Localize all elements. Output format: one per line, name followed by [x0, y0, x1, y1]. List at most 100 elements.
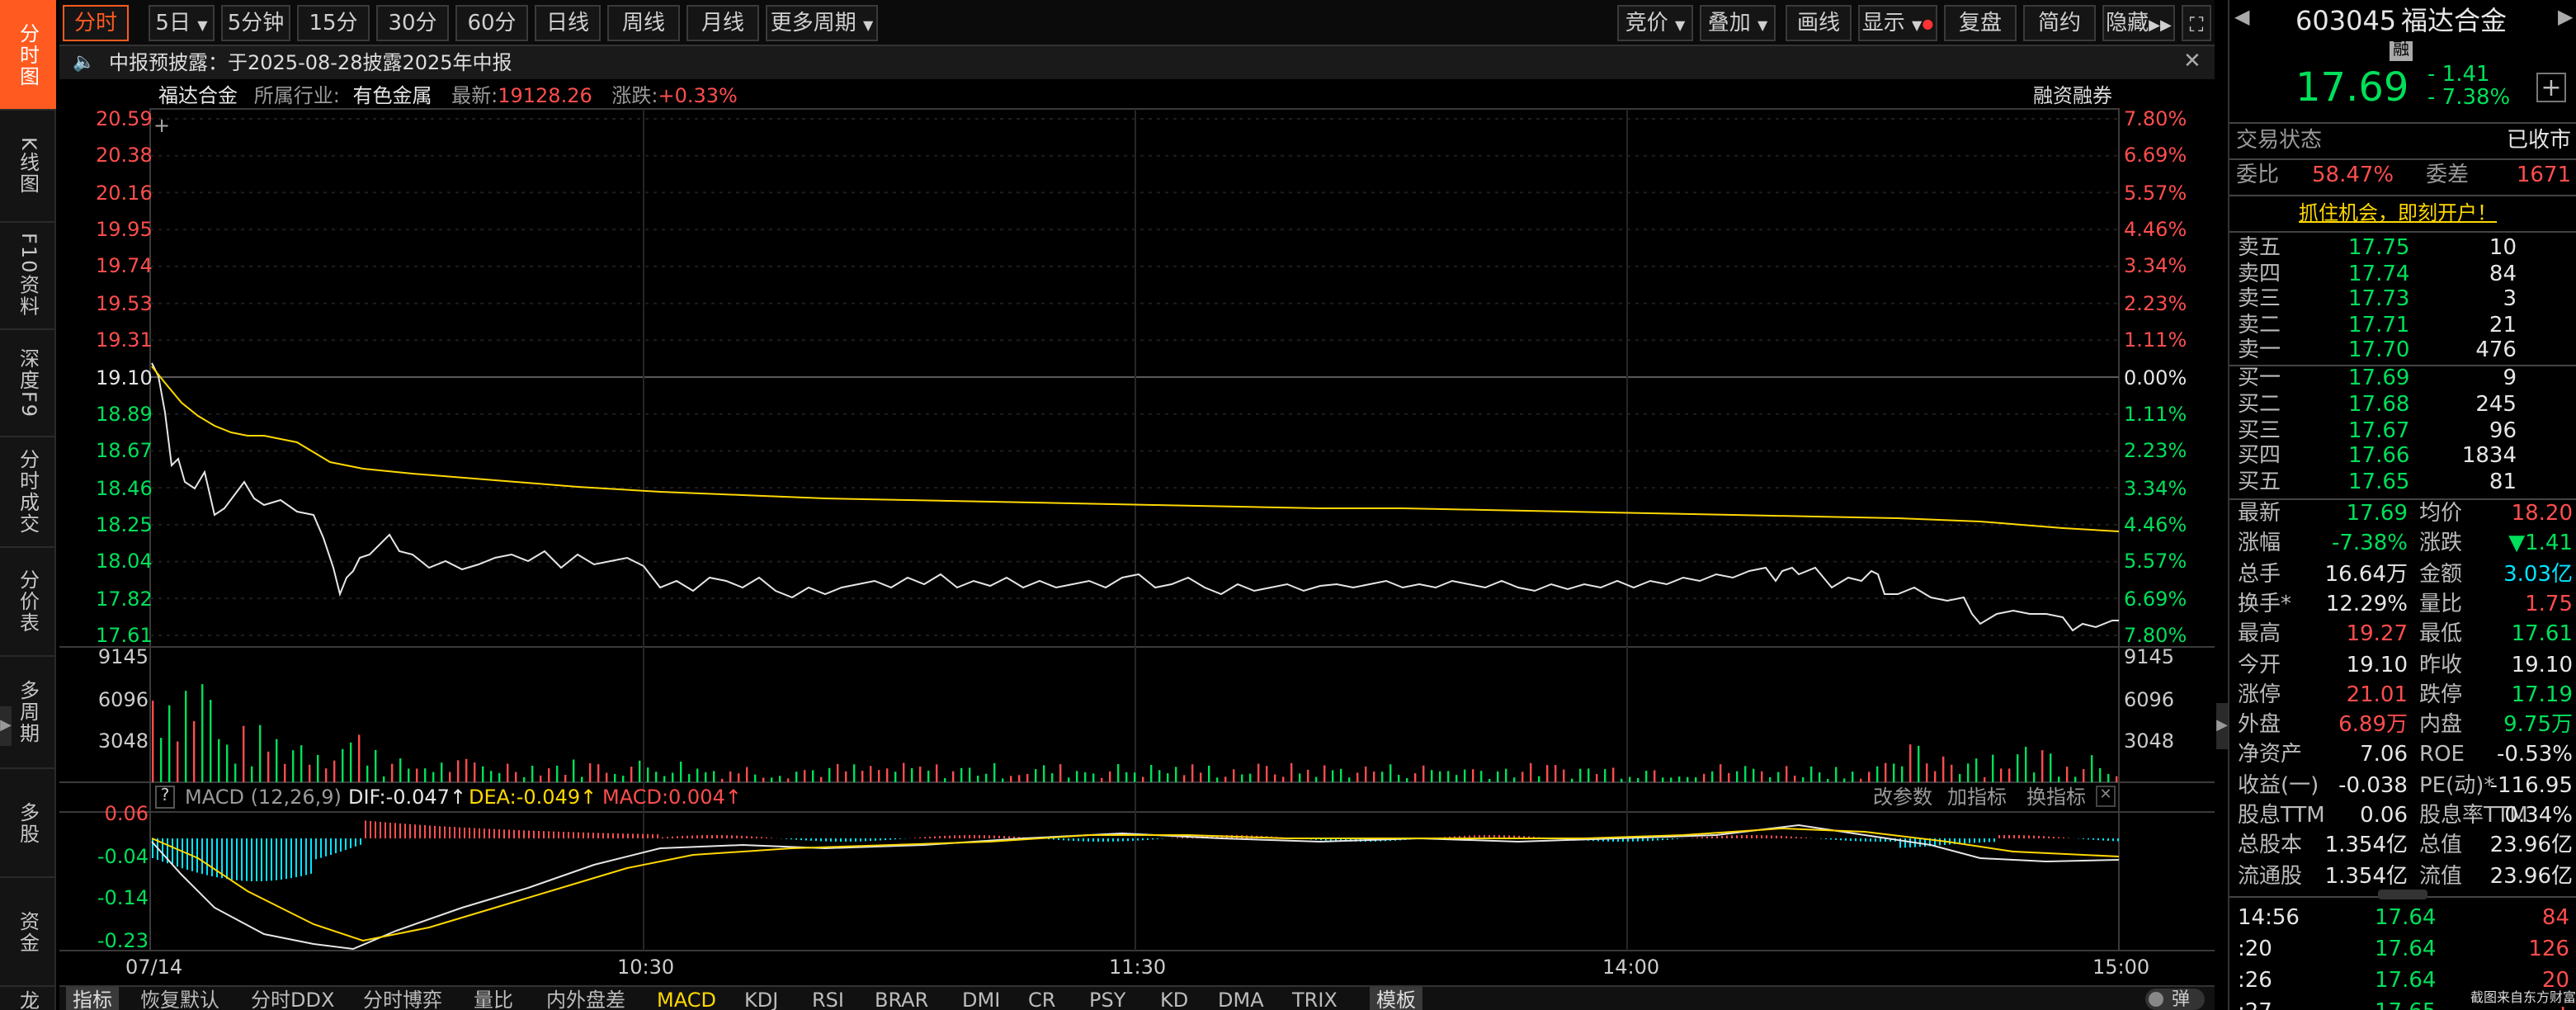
switch-indicator-button[interactable]: 换指标: [2026, 786, 2086, 810]
volume-bar: [465, 758, 468, 782]
macd-histogram-bar: [454, 827, 455, 838]
macd-histogram-bar: [2043, 836, 2045, 838]
next-stock-icon[interactable]: ▶: [2558, 5, 2573, 28]
volume-bar: [1852, 772, 1854, 782]
macd-histogram-bar: [929, 836, 931, 838]
volume-bar: [210, 700, 212, 782]
volume-bar: [2074, 776, 2077, 782]
ask-level-label: 卖四: [2238, 262, 2281, 286]
crosshair-plus-icon[interactable]: +: [153, 114, 170, 137]
macd-histogram-bar: [1627, 838, 1629, 842]
ask-price[interactable]: 17.73: [2348, 287, 2409, 312]
tab-volume-ratio[interactable]: 量比: [474, 987, 513, 1010]
panel-divider-handle[interactable]: [2378, 890, 2427, 899]
macd-histogram-bar: [2092, 838, 2094, 840]
bid-price[interactable]: 17.66: [2348, 445, 2409, 470]
macd-histogram-bar: [1142, 838, 1144, 841]
volume-bar: [424, 768, 427, 782]
ask-price[interactable]: 17.74: [2348, 262, 2409, 286]
volume-bar: [606, 772, 608, 782]
stock-code: 603045: [2295, 5, 2397, 36]
tab-cr[interactable]: CR: [1028, 987, 1055, 1010]
pct-tick: 6.69%: [2124, 587, 2187, 611]
collapse-right-handle[interactable]: ▶: [2216, 703, 2228, 749]
volume-bar: [1744, 766, 1747, 782]
tab-template[interactable]: 模板: [1370, 987, 1423, 1010]
open-account-promo[interactable]: 抓住机会，即刻开户！: [2299, 201, 2497, 226]
macd-histogram-bar: [711, 835, 713, 838]
volume-bar: [1670, 777, 1673, 782]
volume-bar: [1786, 766, 1788, 782]
volume-bar: [1026, 773, 1029, 782]
volume-bar: [1612, 767, 1615, 782]
close-icon[interactable]: ✕: [2096, 786, 2116, 807]
macd-histogram-bar: [439, 826, 441, 838]
volume-bar: [243, 725, 245, 782]
bid-price[interactable]: 17.67: [2348, 418, 2409, 443]
macd-histogram-bar: [350, 838, 351, 848]
volume-bar: [1200, 772, 1202, 782]
macd-histogram-bar: [934, 836, 936, 838]
volume-bar: [391, 763, 394, 782]
macd-histogram-bar: [1855, 838, 1857, 842]
volume-bar: [201, 684, 204, 782]
tab-indicator[interactable]: 指标: [66, 987, 120, 1010]
volume-bar: [1439, 771, 1441, 782]
macd-histogram-bar: [360, 838, 361, 845]
popup-toggle[interactable]: 弹: [2145, 989, 2205, 1010]
tab-brar[interactable]: BRAR: [875, 987, 928, 1010]
volume-bar: [919, 766, 922, 782]
add-indicator-button[interactable]: 加指标: [1947, 786, 2007, 810]
tab-trix[interactable]: TRIX: [1292, 987, 1338, 1010]
tab-kdj[interactable]: KDJ: [744, 987, 778, 1010]
volume-bar: [1134, 772, 1136, 782]
macd-help-icon[interactable]: ?: [155, 786, 175, 809]
volume-bar: [1588, 768, 1590, 782]
ask-price[interactable]: 17.70: [2348, 338, 2409, 363]
macd-histogram-bar: [954, 835, 955, 838]
ask-price[interactable]: 17.75: [2348, 236, 2409, 261]
tab-dmi[interactable]: DMI: [962, 987, 1000, 1010]
bid-price[interactable]: 17.65: [2348, 470, 2409, 495]
add-watchlist-icon[interactable]: +: [2536, 73, 2566, 102]
stat-value: 17.69: [2346, 502, 2408, 526]
tab-ddx[interactable]: 分时DDX: [251, 987, 334, 1010]
pct-tick: 7.80%: [2124, 107, 2187, 130]
tab-game[interactable]: 分时博弈: [363, 987, 442, 1010]
tab-dma[interactable]: DMA: [1218, 987, 1264, 1010]
tab-psy[interactable]: PSY: [1089, 987, 1125, 1010]
tab-kd[interactable]: KD: [1160, 987, 1188, 1010]
intraday-chart[interactable]: +: [0, 0, 2215, 987]
tab-reset[interactable]: 恢复默认: [140, 987, 219, 1010]
macd-histogram-bar: [790, 838, 792, 840]
macd-histogram-bar: [1726, 835, 1728, 838]
tab-macd[interactable]: MACD: [657, 987, 716, 1010]
tick-time: :26: [2238, 969, 2272, 993]
ask-price[interactable]: 17.71: [2348, 313, 2409, 337]
stat-label: 流值: [2419, 864, 2463, 890]
macd-histogram-bar: [756, 836, 757, 838]
volume-bar: [1794, 775, 1796, 782]
tab-rsi[interactable]: RSI: [812, 987, 844, 1010]
volume-bar: [779, 776, 781, 782]
macd-histogram-bar: [1880, 838, 1881, 842]
stat-value: ▼1.41: [2508, 531, 2573, 557]
macd-header: ? MACD (12,26,9) DIF:-0.047↑ DEA:-0.049↑…: [155, 786, 2119, 810]
macd-histogram-bar: [1795, 837, 1797, 838]
macd-histogram-bar: [2018, 835, 2020, 838]
tab-in-out[interactable]: 内外盘差: [546, 987, 625, 1010]
pct-tick: 6.69%: [2124, 144, 2187, 168]
macd-histogram-bar: [246, 838, 248, 881]
volume-bar: [441, 762, 443, 782]
volume-bar: [1926, 763, 1928, 782]
pct-tick: 4.46%: [2124, 218, 2187, 242]
bid-price[interactable]: 17.68: [2348, 393, 2409, 418]
volume-tick-left: 9145: [97, 645, 149, 668]
nav-dragon[interactable]: 龙虎: [0, 987, 56, 1010]
macd-histogram-bar: [612, 833, 614, 838]
prev-stock-icon[interactable]: ◀: [2234, 5, 2249, 28]
macd-histogram-bar: [894, 838, 896, 840]
volume-bar: [383, 776, 385, 782]
bid-price[interactable]: 17.69: [2348, 366, 2409, 391]
change-params-button[interactable]: 改参数: [1873, 786, 1932, 810]
